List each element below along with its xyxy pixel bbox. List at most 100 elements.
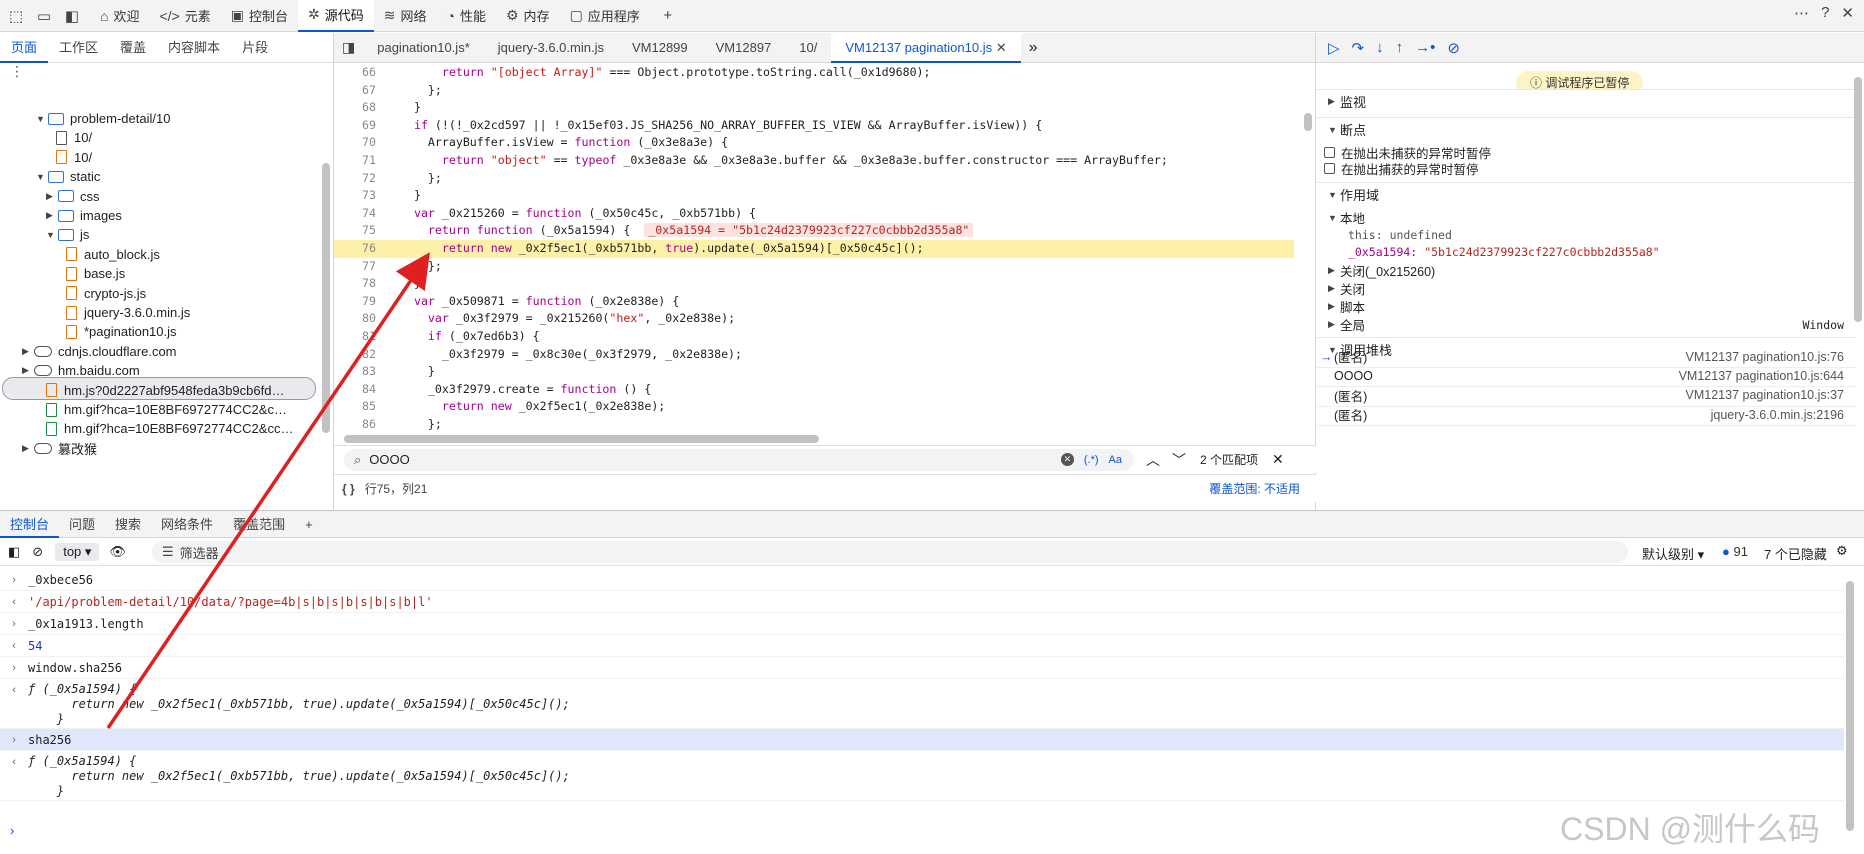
expand-down-icon[interactable]: ▼ [46,230,58,240]
editor-vertical-scrollbar[interactable] [1304,113,1312,131]
code-line[interactable]: 78 }; [334,275,1294,293]
regex-toggle[interactable]: (.*) [1084,454,1099,466]
console-input[interactable]: › sha256 [0,729,1844,751]
case-toggle[interactable]: Aa [1109,454,1122,466]
line-number[interactable]: 85 [334,398,376,416]
expand-right-icon[interactable]: ▶ [22,346,34,357]
drawer-tab[interactable]: 搜索 [105,511,151,538]
editor-tab[interactable]: VM12897 [702,33,786,63]
step-icon[interactable]: →• [1415,39,1435,56]
frame-location[interactable]: jquery-3.6.0.min.js:2196 [1711,408,1844,422]
debugger-scrollbar[interactable] [1854,77,1862,322]
search-input[interactable]: ⌕ OOOO ✕ (.*) Aa [344,448,1134,471]
scope-section[interactable]: ▼ 作用域 [1316,182,1856,206]
sidebar-toggle-icon[interactable]: ◧ [8,544,20,560]
code-line[interactable]: 75 return function (_0x5a1594) { _0x5a15… [334,222,1294,240]
drawer-tab[interactable]: 网络条件 [151,511,223,538]
line-number[interactable]: 84 [334,381,376,399]
sidebar-toggle-icon[interactable]: ◧ [60,4,84,28]
step-into-icon[interactable]: ↓ [1376,39,1384,56]
scope-closure-2[interactable]: ▶ 关闭 [1316,279,1856,298]
console-input[interactable]: › _0xbece56 [0,569,1844,591]
console-result[interactable]: ‹ '/api/problem-detail/10/data/?page=4b|s… [0,591,1844,613]
line-number[interactable]: 75 [334,222,376,240]
navigator-tab[interactable]: 内容脚本 [157,33,231,63]
tree-domain[interactable]: ▶ 篡改猴 [22,437,97,460]
editor-tab[interactable]: VM12137 pagination10.js ✕ [831,32,1021,63]
previous-match-icon[interactable]: ︿ [1146,450,1160,470]
code-line[interactable]: 74 var _0x215260 = function (_0x50c45c, … [334,205,1294,223]
line-number[interactable]: 72 [334,170,376,188]
inspect-icon[interactable]: ⬚ [4,4,28,28]
coverage-status[interactable]: 覆盖范围: 不适用 [1209,480,1300,497]
callstack-frame[interactable]: (匿名) jquery-3.6.0.min.js:2196 [1316,404,1856,427]
code-line[interactable]: 83 } [334,363,1294,381]
step-over-icon[interactable]: ↷ [1352,39,1365,57]
editor-tab[interactable]: jquery-3.6.0.min.js [484,33,618,63]
scope-script[interactable]: ▶ 脚本 [1316,297,1856,316]
line-number[interactable]: 81 [334,328,376,346]
line-number[interactable]: 82 [334,346,376,364]
add-tab-icon[interactable]: + [656,4,680,28]
drawer-tab[interactable]: 问题 [59,511,105,538]
console-result[interactable]: ‹ 54 [0,635,1844,657]
expand-right-icon[interactable]: ▶ [46,210,58,221]
editor-tab[interactable]: 10/ [785,33,831,63]
console-result[interactable]: ‹ ƒ (_0x5a1594) { return new _0x2f5ec1(_0… [0,751,1844,801]
line-number[interactable]: 73 [334,187,376,205]
main-tab-wifi[interactable]: ≋ 网络 [374,0,437,32]
close-icon[interactable]: ✕ [1841,4,1854,22]
line-number[interactable]: 79 [334,293,376,311]
pause-uncaught-checkbox[interactable] [1324,147,1335,158]
expand-down-icon[interactable]: ▼ [36,172,48,182]
next-match-icon[interactable]: ﹀ [1172,450,1186,470]
breakpoints-section[interactable]: ▼ 断点 [1316,117,1856,141]
editor-horizontal-scrollbar[interactable] [344,435,819,443]
console-input[interactable]: › _0x1a1913.length [0,613,1844,635]
scope-global[interactable]: ▶ 全局 Window [1316,315,1856,334]
navigator-tab[interactable]: 工作区 [48,33,109,63]
line-number[interactable]: 74 [334,205,376,223]
frame-location[interactable]: VM12137 pagination10.js:37 [1686,388,1844,402]
resume-icon[interactable]: ▷ [1328,39,1340,57]
help-icon[interactable]: ? [1821,4,1829,22]
line-number[interactable]: 68 [334,99,376,117]
code-line[interactable]: 81 if (_0x7ed6b3) { [334,328,1294,346]
code-line[interactable]: 79 var _0x509871 = function (_0x2e838e) … [334,293,1294,311]
code-line[interactable]: 86 }; [334,416,1294,434]
code-line[interactable]: 73 } [334,187,1294,205]
line-number[interactable]: 83 [334,363,376,381]
line-number[interactable]: 70 [334,134,376,152]
line-number[interactable]: 69 [334,117,376,135]
more-options-icon[interactable]: ⋯ [1794,4,1809,22]
close-tab-icon[interactable]: ✕ [992,40,1007,55]
console-result[interactable]: ‹ ƒ (_0x5a1594) { return new _0x2f5ec1(_0… [0,679,1844,729]
code-line[interactable]: 72 }; [334,170,1294,188]
line-number[interactable]: 66 [334,64,376,82]
more-tabs-icon[interactable]: » [1021,39,1046,57]
code-line[interactable]: 68 } [334,99,1294,117]
device-toggle-icon[interactable]: ▭ [32,4,56,28]
line-number[interactable]: 77 [334,258,376,276]
close-search-icon[interactable]: ✕ [1272,451,1284,468]
log-level-select[interactable]: 默认级别 ▾ [1642,544,1704,563]
navigator-tab[interactable]: 覆盖 [109,33,157,63]
console-filter-input[interactable]: ☰ 筛选器 [152,541,1628,563]
code-line[interactable]: 70 ArrayBuffer.isView = function (_0x3e8… [334,134,1294,152]
line-number[interactable]: 76 [334,240,376,258]
step-out-icon[interactable]: ↑ [1396,39,1404,56]
code-line[interactable]: 71 return "object" == typeof _0x3e8a3e &… [334,152,1294,170]
pause-caught-option[interactable]: 在抛出捕获的异常时暂停 [1316,159,1856,178]
main-tab-bug[interactable]: ✲ 源代码 [298,0,374,32]
editor-tab[interactable]: VM12899 [618,33,702,63]
frame-location[interactable]: VM12137 pagination10.js:644 [1679,369,1844,383]
line-number[interactable]: 71 [334,152,376,170]
context-selector[interactable]: top ▾ [55,542,100,561]
toggle-navigator-icon[interactable]: ◨ [334,39,363,56]
pretty-print-button[interactable]: { } [342,482,355,496]
code-line[interactable]: 80 var _0x3f2979 = _0x215260("hex", _0x2… [334,310,1294,328]
expand-right-icon[interactable]: ▶ [46,191,58,202]
navigator-more-icon[interactable]: ⋮ [0,63,333,83]
navigator-tab[interactable]: 页面 [0,33,49,63]
console-prompt[interactable]: › [10,823,14,838]
